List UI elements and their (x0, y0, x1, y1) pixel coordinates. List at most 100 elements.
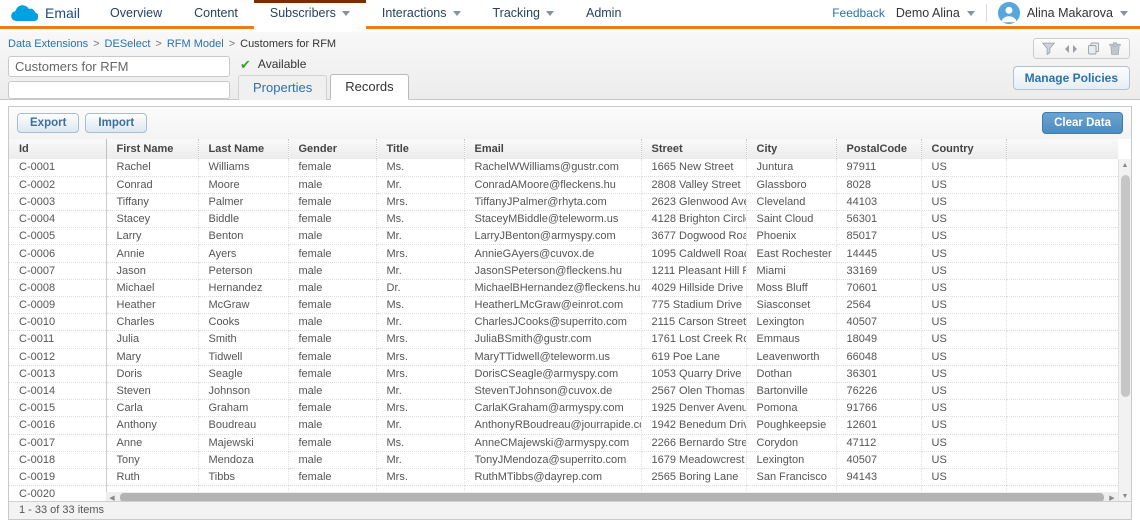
nav-item-interactions[interactable]: Interactions (366, 0, 477, 26)
table-row[interactable]: C-0015CarlaGrahamfemaleMrs.CarlaKGraham@… (9, 400, 1118, 417)
table-row[interactable]: C-0007JasonPetersonmaleMr.JasonSPeterson… (9, 262, 1118, 279)
table-cell: US (921, 365, 1006, 382)
table-cell: 619 Poe Lane (641, 348, 746, 365)
table-cell: female (288, 331, 376, 348)
nav-item-tracking[interactable]: Tracking (477, 0, 570, 26)
table-cell: Glassboro (746, 176, 836, 193)
table-cell: Heather (106, 297, 198, 314)
table-row[interactable]: C-0009HeatherMcGrawfemaleMs.HeatherLMcGr… (9, 297, 1118, 314)
export-button[interactable]: Export (17, 113, 79, 133)
nav-item-subscribers[interactable]: Subscribers (254, 0, 366, 26)
table-cell: female (288, 211, 376, 228)
table-row[interactable]: C-0014StevenJohnsonmaleMr.StevenTJohnson… (9, 382, 1118, 399)
table-row[interactable]: C-0013DorisSeaglefemaleMrs.DorisCSeagle@… (9, 365, 1118, 382)
table-cell: 47112 (836, 434, 921, 451)
clear-data-button[interactable]: Clear Data (1042, 112, 1123, 134)
table-row[interactable]: C-0019RuthTibbsfemaleMrs.RuthMTibbs@dayr… (9, 468, 1118, 485)
table-cell: Mr. (376, 382, 464, 399)
nav-item-content[interactable]: Content (178, 0, 254, 26)
table-cell: Peterson (198, 262, 288, 279)
table-cell: US (921, 159, 1006, 176)
feedback-link[interactable]: Feedback (832, 6, 885, 20)
nav-item-label: Interactions (382, 6, 447, 20)
move-icon[interactable] (1064, 43, 1078, 55)
table-cell: StevenTJohnson@cuvox.de (464, 382, 641, 399)
table-row[interactable]: C-0004StaceyBiddlefemaleMs.StaceyMBiddle… (9, 211, 1118, 228)
column-header-email[interactable]: Email (464, 139, 641, 159)
table-cell: Cooks (198, 314, 288, 331)
table-cell: male (288, 262, 376, 279)
tab-properties[interactable]: Properties (238, 75, 327, 100)
table-cell: 4029 Hillside Drive (641, 279, 746, 296)
column-header-country[interactable]: Country (921, 139, 1006, 159)
table-row[interactable]: C-0002ConradMooremaleMr.ConradAMoore@fle… (9, 176, 1118, 193)
copy-icon[interactable] (1087, 42, 1100, 55)
table-cell: Julia (106, 331, 198, 348)
table-row[interactable]: C-0011JuliaSmithfemaleMrs.JuliaBSmith@gu… (9, 331, 1118, 348)
import-button[interactable]: Import (85, 113, 147, 133)
column-header-title[interactable]: Title (376, 139, 464, 159)
vertical-scroll-thumb[interactable] (1121, 175, 1130, 397)
nav-item-overview[interactable]: Overview (94, 0, 178, 26)
table-row[interactable]: C-0005LarryBentonmaleMr.LarryJBenton@arm… (9, 228, 1118, 245)
table-cell: C-0011 (9, 331, 106, 348)
delete-icon[interactable] (1109, 42, 1121, 55)
breadcrumb-link-deselect[interactable]: DESelect (105, 38, 151, 50)
table-cell: male (288, 451, 376, 468)
table-cell: AnneCMajewski@armyspy.com (464, 434, 641, 451)
table-row[interactable]: C-0006AnnieAyersfemaleMrs.AnnieGAyers@cu… (9, 245, 1118, 262)
nav-item-label: Subscribers (270, 6, 336, 20)
table-cell: C-0015 (9, 400, 106, 417)
table-row[interactable]: C-0018TonyMendozamaleMr.TonyJMendoza@sup… (9, 451, 1118, 468)
account-menu[interactable]: Demo Alina (896, 6, 975, 20)
vertical-scrollbar[interactable]: ▲ ▼ (1118, 159, 1131, 503)
table-cell: San Francisco (746, 468, 836, 485)
table-cell: female (288, 365, 376, 382)
table-row[interactable]: C-0008MichaelHernandezmaleDr.MichaelBHer… (9, 279, 1118, 296)
table-cell: TonyJMendoza@superrito.com (464, 451, 641, 468)
table-cell-filler (1006, 434, 1118, 451)
table-row[interactable]: C-0010CharlesCooksmaleMr.CharlesJCooks@s… (9, 314, 1118, 331)
table-cell: TiffanyJPalmer@rhyta.com (464, 193, 641, 210)
breadcrumb-separator: > (93, 38, 99, 50)
manage-policies-button[interactable]: Manage Policies (1013, 66, 1130, 90)
table-cell: HeatherLMcGraw@einrot.com (464, 297, 641, 314)
table-cell: US (921, 211, 1006, 228)
table-cell-filler (1006, 348, 1118, 365)
nav-item-admin[interactable]: Admin (570, 0, 637, 26)
table-row[interactable]: C-0001RachelWilliamsfemaleMs.RachelWWill… (9, 159, 1118, 176)
column-header-street[interactable]: Street (641, 139, 746, 159)
table-cell: 70601 (836, 279, 921, 296)
column-header-id[interactable]: Id (9, 139, 106, 159)
column-header-city[interactable]: City (746, 139, 836, 159)
table-cell: C-0019 (9, 468, 106, 485)
de-description-input[interactable] (8, 81, 230, 99)
table-cell: Benton (198, 228, 288, 245)
tab-records[interactable]: Records (330, 74, 408, 100)
user-menu[interactable]: Alina Makarova (998, 2, 1128, 24)
table-cell: US (921, 348, 1006, 365)
scroll-up-icon[interactable]: ▲ (1119, 159, 1131, 172)
app-brand[interactable]: Email (0, 0, 94, 26)
filter-icon[interactable] (1042, 42, 1055, 55)
table-row[interactable]: C-0017AnneMajewskifemaleMs.AnneCMajewski… (9, 434, 1118, 451)
table-cell: C-0014 (9, 382, 106, 399)
breadcrumb-link-data-extensions[interactable]: Data Extensions (8, 38, 88, 50)
table-cell: 1095 Caldwell Road (641, 245, 746, 262)
table-row[interactable]: C-0016AnthonyBoudreaumaleMr.AnthonyRBoud… (9, 417, 1118, 434)
table-cell: Ms. (376, 297, 464, 314)
table-cell: LarryJBenton@armyspy.com (464, 228, 641, 245)
table-cell: Mr. (376, 314, 464, 331)
column-header-gender[interactable]: Gender (288, 139, 376, 159)
table-cell: Mendoza (198, 451, 288, 468)
table-row[interactable]: C-0003TiffanyPalmerfemaleMrs.TiffanyJPal… (9, 193, 1118, 210)
breadcrumb-link-rfm-model[interactable]: RFM Model (167, 38, 224, 50)
table-row[interactable]: C-0012MaryTidwellfemaleMrs.MaryTTidwell@… (9, 348, 1118, 365)
column-header-last-name[interactable]: Last Name (198, 139, 288, 159)
column-header-postalcode[interactable]: PostalCode (836, 139, 921, 159)
de-name-input[interactable] (8, 56, 230, 77)
table-cell-filler (1006, 468, 1118, 485)
column-header-first-name[interactable]: First Name (106, 139, 198, 159)
table-cell: Ms. (376, 211, 464, 228)
table-cell: CharlesJCooks@superrito.com (464, 314, 641, 331)
